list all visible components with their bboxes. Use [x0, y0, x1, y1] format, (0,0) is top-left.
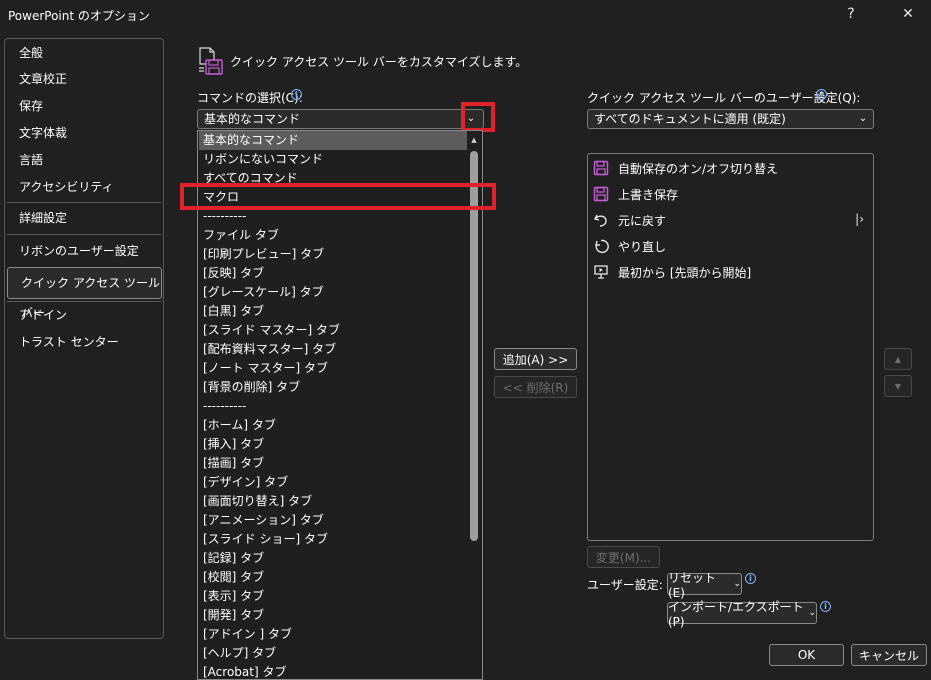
- dropdown-item[interactable]: [校閲] タブ: [199, 568, 467, 587]
- chevron-right-icon[interactable]: |›: [855, 212, 864, 226]
- dropdown-item[interactable]: [ノート マスター] タブ: [199, 359, 467, 378]
- move-down-button[interactable]: ▼: [884, 375, 912, 397]
- info-icon[interactable]: i: [820, 601, 831, 612]
- info-icon[interactable]: i: [745, 573, 756, 584]
- dropdown-item[interactable]: [白黒] タブ: [199, 302, 467, 321]
- help-button[interactable]: ?: [829, 2, 873, 26]
- choose-commands-value: 基本的なコマンド: [204, 112, 301, 126]
- customize-qat-select[interactable]: すべてのドキュメントに適用 (既定) ⌄: [587, 109, 874, 129]
- macro-highlight-box: [180, 183, 496, 210]
- dropdown-item[interactable]: [Acrobat] タブ: [199, 663, 467, 679]
- dropdown-item[interactable]: [表示] タブ: [199, 587, 467, 606]
- user-settings-label: ユーザー設定:: [587, 578, 663, 592]
- dropdown-item[interactable]: [ヘルプ] タブ: [199, 644, 467, 663]
- page-heading: クイック アクセス ツール バーをカスタマイズします。: [230, 55, 528, 69]
- window-title: PowerPoint のオプション: [8, 9, 150, 23]
- dropdown-item[interactable]: [記録] タブ: [199, 549, 467, 568]
- sidebar-item-general[interactable]: 全般: [6, 42, 162, 64]
- sidebar-divider: [7, 301, 161, 302]
- quick-access-toolbar-icon: [197, 46, 225, 76]
- dropdown-item[interactable]: [印刷プレビュー] タブ: [199, 245, 467, 264]
- dropdown-item[interactable]: 基本的なコマンド: [199, 131, 467, 150]
- ok-button[interactable]: OK: [769, 644, 844, 666]
- sidebar-divider: [7, 234, 161, 235]
- redo-icon: [592, 237, 610, 255]
- qat-command-list[interactable]: 自動保存のオン/オフ切り替え 上書き保存 元に戻す |› やり直し 最初から […: [587, 153, 874, 541]
- dropdown-item[interactable]: [デザイン] タブ: [199, 473, 467, 492]
- dropdown-item[interactable]: [スライド ショー] タブ: [199, 530, 467, 549]
- sidebar: 全般 文章校正 保存 文字体裁 言語 アクセシビリティ 詳細設定 リボンのユーザ…: [4, 38, 164, 639]
- chevron-down-icon: ⌄: [733, 579, 741, 589]
- dropdown-item[interactable]: リボンにないコマンド: [199, 150, 467, 169]
- import-export-button-label: インポート/エクスポート(P): [668, 599, 804, 629]
- sidebar-item-addins[interactable]: アドイン: [6, 304, 162, 326]
- list-item-label: 元に戻す: [618, 213, 667, 228]
- dropdown-item[interactable]: [挿入] タブ: [199, 435, 467, 454]
- list-item[interactable]: 最初から [先頭から開始]: [592, 260, 870, 284]
- info-icon[interactable]: i: [816, 89, 827, 100]
- sidebar-divider: [7, 202, 161, 203]
- dropdown-item[interactable]: [画面切り替え] タブ: [199, 492, 467, 511]
- list-item-label: 最初から [先頭から開始]: [618, 265, 752, 280]
- sidebar-item-typography[interactable]: 文字体裁: [6, 122, 162, 144]
- cancel-button[interactable]: キャンセル: [851, 644, 927, 666]
- dropdown-item[interactable]: [スライド マスター] タブ: [199, 321, 467, 340]
- list-item[interactable]: 元に戻す |›: [592, 208, 870, 232]
- modify-button[interactable]: 変更(M)...: [587, 546, 660, 568]
- choose-commands-dropdown[interactable]: 基本的なコマンド リボンにないコマンド すべてのコマンド マクロ -------…: [197, 130, 483, 680]
- dropdown-item[interactable]: [アニメーション] タブ: [199, 511, 467, 530]
- caret-highlight-box: [461, 102, 495, 132]
- sidebar-item-language[interactable]: 言語: [6, 149, 162, 171]
- dropdown-item[interactable]: [ホーム] タブ: [199, 416, 467, 435]
- title-bar: PowerPoint のオプション ? ✕: [0, 0, 931, 28]
- reset-button[interactable]: リセット(E) ⌄: [667, 571, 742, 600]
- add-button[interactable]: 追加(A) >>: [494, 348, 577, 370]
- dropdown-item[interactable]: [描画] タブ: [199, 454, 467, 473]
- sidebar-item-proofing[interactable]: 文章校正: [6, 68, 162, 90]
- choose-commands-select[interactable]: 基本的なコマンド ⌄: [197, 109, 484, 129]
- choose-commands-label: コマンドの選択(C):: [197, 91, 303, 105]
- list-item-label: 自動保存のオン/オフ切り替え: [618, 161, 779, 176]
- dropdown-item[interactable]: [背景の削除] タブ: [199, 378, 467, 397]
- dropdown-separator: ----------: [203, 399, 247, 413]
- dropdown-item[interactable]: [開発] タブ: [199, 606, 467, 625]
- remove-button[interactable]: << 削除(R): [494, 376, 577, 398]
- sidebar-item-quick-access-toolbar[interactable]: クイック アクセス ツール バー: [7, 267, 162, 320]
- save-icon: [592, 159, 610, 177]
- scroll-up-icon[interactable]: ▲: [469, 135, 479, 145]
- list-item[interactable]: やり直し: [592, 234, 870, 258]
- sidebar-item-save[interactable]: 保存: [6, 95, 162, 117]
- list-item[interactable]: 上書き保存: [592, 182, 870, 206]
- dropdown-item[interactable]: ファイル タブ: [199, 226, 467, 245]
- close-button[interactable]: ✕: [886, 2, 930, 26]
- list-item[interactable]: 自動保存のオン/オフ切り替え: [592, 156, 870, 180]
- import-export-button[interactable]: インポート/エクスポート(P) ⌄: [667, 600, 817, 629]
- dropdown-item[interactable]: [反映] タブ: [199, 264, 467, 283]
- sidebar-item-trust-center[interactable]: トラスト センター: [6, 331, 162, 353]
- move-up-button[interactable]: ▲: [884, 348, 912, 370]
- chevron-down-icon: ⌄: [808, 608, 816, 618]
- dropdown-item[interactable]: [アドイン ] タブ: [199, 625, 467, 644]
- list-item-label: 上書き保存: [618, 187, 679, 202]
- reset-button-label: リセット(E): [668, 570, 717, 600]
- dropdown-item[interactable]: [配布資料マスター] タブ: [199, 340, 467, 359]
- list-item-label: やり直し: [618, 239, 667, 254]
- info-icon[interactable]: i: [291, 89, 302, 100]
- sidebar-item-advanced[interactable]: 詳細設定: [6, 207, 162, 229]
- chevron-down-icon[interactable]: ⌄: [855, 111, 871, 127]
- sidebar-item-customize-ribbon[interactable]: リボンのユーザー設定: [6, 240, 162, 262]
- presentation-icon: [592, 263, 610, 281]
- sidebar-item-accessibility[interactable]: アクセシビリティ: [6, 176, 162, 198]
- customize-qat-value: すべてのドキュメントに適用 (既定): [594, 112, 786, 126]
- save-icon: [592, 185, 610, 203]
- undo-icon: [592, 211, 610, 229]
- dropdown-item[interactable]: [グレースケール] タブ: [199, 283, 467, 302]
